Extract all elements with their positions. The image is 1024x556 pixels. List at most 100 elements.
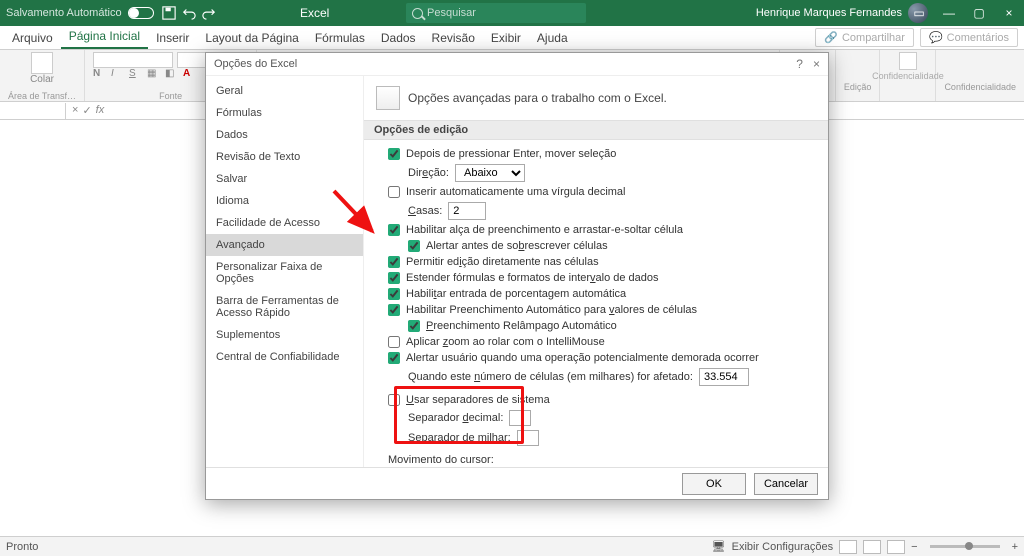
checkbox-estender[interactable]	[388, 272, 400, 284]
cancel-button[interactable]: Cancelar	[754, 473, 818, 495]
share-button[interactable]: 🔗 Compartilhar	[815, 28, 914, 47]
accept-entry-icon[interactable]: ✓	[82, 104, 91, 117]
checkbox-virgula[interactable]	[388, 186, 400, 198]
fx-icon[interactable]: fx	[96, 104, 105, 117]
nav-item-idioma[interactable]: Idioma	[206, 190, 363, 212]
checkbox-relampago[interactable]	[408, 320, 420, 332]
name-box[interactable]	[0, 103, 66, 119]
maximize-icon[interactable]: ▢	[964, 0, 994, 26]
opt-editar-celula[interactable]: Permitir edição diretamente nas células	[388, 254, 812, 270]
display-settings-icon[interactable]: 🖥	[712, 540, 726, 553]
dialog-help-icon[interactable]: ?	[796, 57, 803, 71]
checkbox-porcent[interactable]	[388, 288, 400, 300]
opt-relampago[interactable]: Preenchimento Relâmpago Automático	[388, 318, 812, 334]
ribbon-display-icon[interactable]: ▭	[904, 0, 934, 26]
tab-ajuda[interactable]: Ajuda	[529, 27, 576, 49]
close-icon[interactable]: ×	[994, 0, 1024, 26]
zoom-slider[interactable]	[930, 545, 1000, 548]
tab-layout[interactable]: Layout da Página	[197, 27, 306, 49]
dialog-nav: Geral Fórmulas Dados Revisão de Texto Sa…	[206, 76, 364, 467]
cancel-entry-icon[interactable]: ×	[72, 104, 78, 117]
tab-formulas[interactable]: Fórmulas	[307, 27, 373, 49]
opt-relampago-label: Preenchimento Relâmpago Automático	[426, 320, 617, 332]
input-num-celulas[interactable]	[699, 368, 749, 386]
select-direcao[interactable]: Abaixo	[455, 164, 525, 182]
opt-alca[interactable]: Habilitar alça de preenchimento e arrast…	[388, 222, 812, 238]
bold-button[interactable]: N	[93, 68, 107, 82]
checkbox-alerta-op[interactable]	[388, 352, 400, 364]
autosave-toggle[interactable]: Salvamento Automático	[6, 7, 154, 19]
opt-alerta-sobre[interactable]: Alertar antes de sobrescrever células	[388, 238, 812, 254]
checkbox-alerta-sobre[interactable]	[408, 240, 420, 252]
nav-item-avancado[interactable]: Avançado	[206, 234, 363, 256]
nav-item-dados[interactable]: Dados	[206, 124, 363, 146]
comments-button[interactable]: 💬 Comentários	[920, 28, 1018, 47]
options-dialog: Opções do Excel ? × Geral Fórmulas Dados…	[205, 52, 829, 500]
view-normal-icon[interactable]	[839, 540, 857, 554]
view-page-layout-icon[interactable]	[863, 540, 881, 554]
font-size-combo[interactable]	[177, 52, 207, 68]
tab-arquivo[interactable]: Arquivo	[4, 27, 61, 49]
tab-inserir[interactable]: Inserir	[148, 27, 197, 49]
tab-exibir[interactable]: Exibir	[483, 27, 529, 49]
checkbox-alca[interactable]	[388, 224, 400, 236]
nav-item-faixa[interactable]: Personalizar Faixa de Opções	[206, 256, 363, 290]
zoom-out-button[interactable]: −	[911, 541, 917, 553]
view-page-break-icon[interactable]	[887, 540, 905, 554]
opt-estender[interactable]: Estender fórmulas e formatos de interval…	[388, 270, 812, 286]
sensitivity-button[interactable]: Confidencialidade	[880, 50, 936, 101]
minimize-icon[interactable]: —	[934, 0, 964, 26]
opt-zoom-mouse[interactable]: Aplicar zoom ao rolar com o IntelliMouse	[388, 334, 812, 350]
nav-item-suplementos[interactable]: Suplementos	[206, 324, 363, 346]
opt-alerta-op-label: Alertar usuário quando uma operação pote…	[406, 352, 759, 364]
comments-label: Comentários	[947, 32, 1009, 44]
tab-dados[interactable]: Dados	[373, 27, 424, 49]
tab-revisao[interactable]: Revisão	[424, 27, 483, 49]
nav-item-formulas[interactable]: Fórmulas	[206, 102, 363, 124]
opt-virgula-label: Inserir automaticamente uma vírgula deci…	[406, 186, 625, 198]
dialog-content[interactable]: Opções avançadas para o trabalho com o E…	[364, 76, 828, 467]
autosave-label: Salvamento Automático	[6, 7, 122, 19]
status-bar: Pronto 🖥 Exibir Configurações − +	[0, 536, 1024, 556]
font-name-combo[interactable]	[93, 52, 173, 68]
paste-button[interactable]: Colar	[8, 52, 76, 85]
input-casas[interactable]	[448, 202, 486, 220]
zoom-in-button[interactable]: +	[1012, 541, 1018, 553]
app-name: Excel	[300, 6, 329, 20]
opt-alerta-sobre-label: Alertar antes de sobrescrever células	[426, 240, 608, 252]
opt-enter[interactable]: Depois de pressionar Enter, mover seleçã…	[388, 146, 812, 162]
checkbox-editar-celula[interactable]	[388, 256, 400, 268]
toggle-switch-icon	[128, 7, 154, 19]
search-box[interactable]: Pesquisar	[406, 3, 586, 23]
tab-pagina-inicial[interactable]: Página Inicial	[61, 25, 148, 49]
opt-porcent[interactable]: Habilitar entrada de porcentagem automát…	[388, 286, 812, 302]
checkbox-preench[interactable]	[388, 304, 400, 316]
ok-button[interactable]: OK	[682, 473, 746, 495]
save-icon[interactable]	[162, 6, 176, 20]
dialog-heading: Opções avançadas para o trabalho com o E…	[408, 91, 667, 105]
checkbox-enter[interactable]	[388, 148, 400, 160]
group-label-clipboard: Área de Transf…	[8, 91, 76, 101]
nav-item-confiabilidade[interactable]: Central de Confiabilidade	[206, 346, 363, 368]
nav-item-barra[interactable]: Barra de Ferramentas de Acesso Rápido	[206, 290, 363, 324]
nav-item-facilidade[interactable]: Facilidade de Acesso	[206, 212, 363, 234]
opt-virgula[interactable]: Inserir automaticamente uma vírgula deci…	[388, 184, 812, 200]
font-color-button[interactable]: A	[183, 68, 197, 82]
opt-alerta-op[interactable]: Alertar usuário quando uma operação pote…	[388, 350, 812, 366]
underline-button[interactable]: S	[129, 68, 143, 82]
nav-item-revisao[interactable]: Revisão de Texto	[206, 146, 363, 168]
border-button[interactable]: ▦	[147, 68, 161, 82]
sensitivity-icon	[899, 52, 917, 70]
checkbox-zoom-mouse[interactable]	[388, 336, 400, 348]
fill-color-button[interactable]: ◧	[165, 68, 179, 82]
redo-icon[interactable]	[202, 6, 216, 20]
dialog-close-icon[interactable]: ×	[813, 57, 820, 71]
user-account[interactable]: Henrique Marques Fernandes	[756, 3, 928, 23]
display-settings-label[interactable]: Exibir Configurações	[732, 541, 834, 553]
italic-button[interactable]: I	[111, 68, 125, 82]
opt-preench[interactable]: Habilitar Preenchimento Automático para …	[388, 302, 812, 318]
undo-icon[interactable]	[182, 6, 196, 20]
opt-logica[interactable]: Lógica	[388, 466, 812, 467]
nav-item-geral[interactable]: Geral	[206, 80, 363, 102]
nav-item-salvar[interactable]: Salvar	[206, 168, 363, 190]
